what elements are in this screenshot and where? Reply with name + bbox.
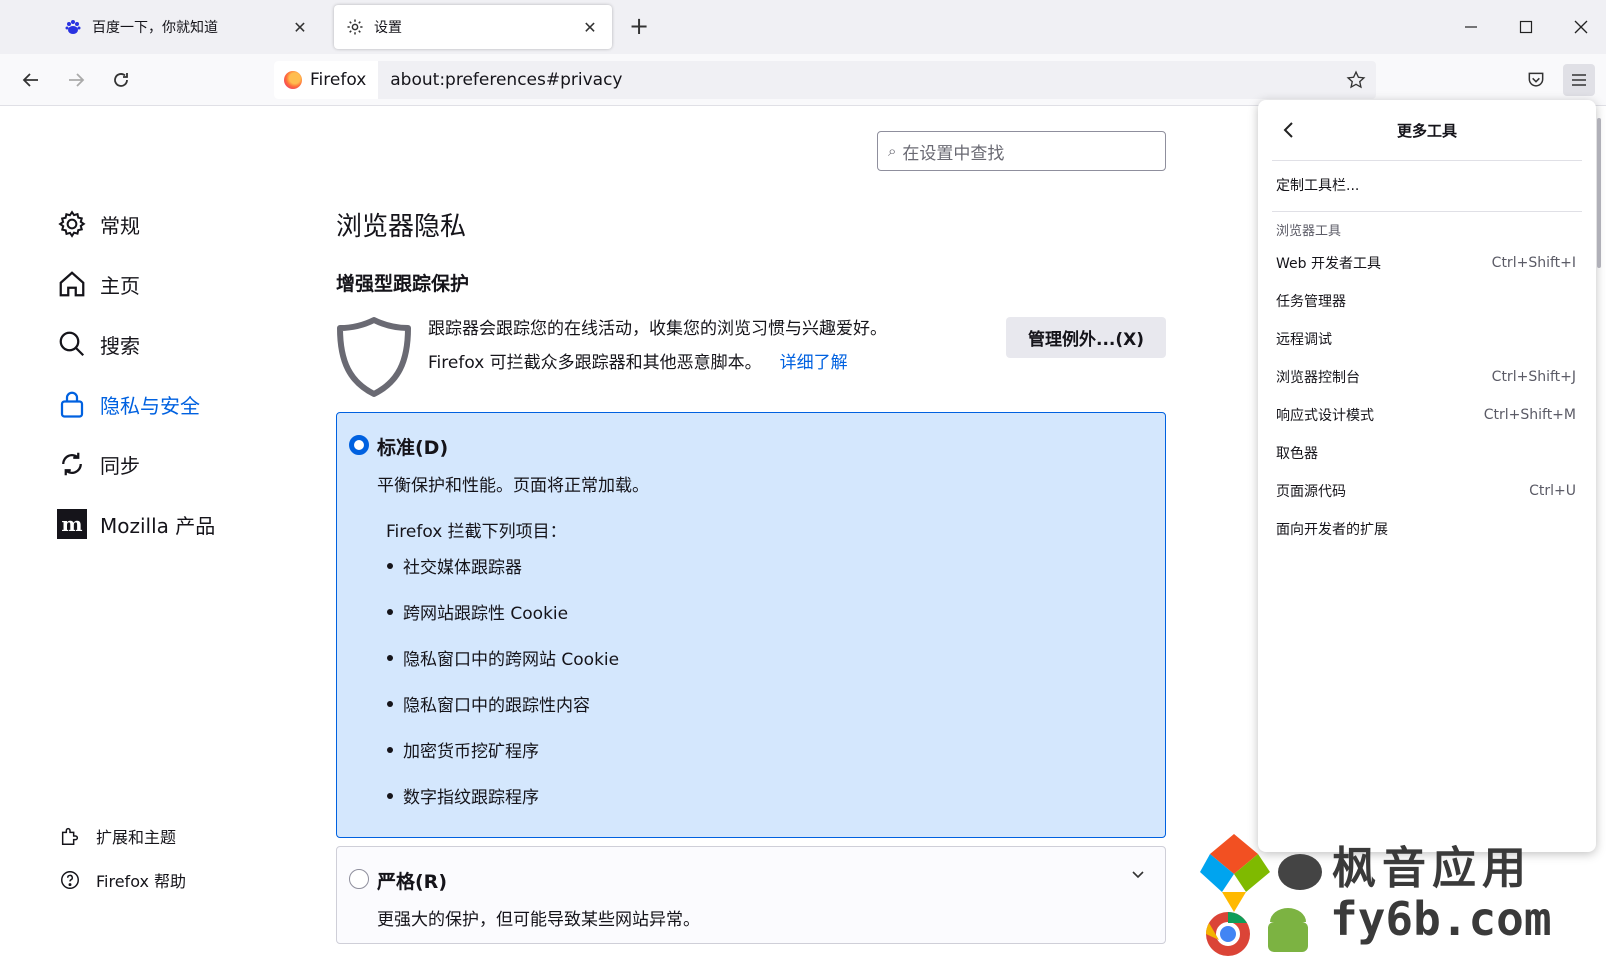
menu-button[interactable] xyxy=(1563,64,1595,96)
sidebar-item-label: 隐私与安全 xyxy=(100,393,200,418)
standard-label: 标准(D) xyxy=(377,437,449,459)
svg-text:m: m xyxy=(61,512,82,536)
list-item: 跨网站跟踪性 Cookie xyxy=(387,599,568,624)
watermark-text-cn: 枫音应用 xyxy=(1332,843,1532,894)
etp-description-line1: 跟踪器会跟踪您的在线活动，收集您的浏览习惯与兴趣爱好。 xyxy=(428,319,887,339)
home-icon xyxy=(56,268,88,300)
watermark: 枫音应用 fy6b.com xyxy=(1200,832,1580,962)
strict-option-card[interactable]: 严格(R) 更强大的保护，但可能导致某些网站异常。 xyxy=(336,846,1166,944)
lock-icon xyxy=(56,388,88,420)
etp-description-line2: Firefox 可拦截众多跟踪器和其他恶意脚本。 详细了解 xyxy=(428,348,848,373)
page-title: 浏览器隐私 xyxy=(336,212,467,242)
tab-title: 设置 xyxy=(374,20,402,36)
bookmark-star-icon[interactable] xyxy=(1344,68,1368,92)
sidebar-item-privacy[interactable]: 隐私与安全 xyxy=(56,386,200,422)
sidebar-item-label: 搜索 xyxy=(100,333,140,358)
sidebar-item-mozilla[interactable]: m Mozilla 产品 xyxy=(56,506,215,542)
sidebar-item-help[interactable]: Firefox 帮助 xyxy=(58,866,186,894)
identity-label: Firefox xyxy=(310,70,367,90)
menu-item-task-manager[interactable]: 任务管理器 xyxy=(1276,287,1576,315)
sidebar-item-label: 常规 xyxy=(100,213,140,238)
standard-radio[interactable] xyxy=(349,435,369,455)
divider xyxy=(1272,160,1582,161)
search-icon xyxy=(56,328,88,360)
help-icon xyxy=(58,868,82,892)
section-title: 增强型跟踪保护 xyxy=(336,273,470,295)
menu-item-developer-extensions[interactable]: 面向开发者的扩展 xyxy=(1276,515,1576,543)
gear-icon xyxy=(56,208,88,240)
manage-exceptions-button[interactable]: 管理例外...(X) xyxy=(1006,317,1166,358)
menu-item-page-source[interactable]: 页面源代码 Ctrl+U xyxy=(1276,477,1576,505)
panel-title: 更多工具 xyxy=(1396,122,1457,140)
menu-item-remote-debugging[interactable]: 远程调试 xyxy=(1276,325,1576,353)
list-item: 隐私窗口中的跨网站 Cookie xyxy=(387,645,619,670)
sidebar-item-sync[interactable]: 同步 xyxy=(56,446,140,482)
search-input[interactable]: ⌕ 在设置中查找 xyxy=(877,131,1166,171)
reload-button[interactable] xyxy=(105,64,137,96)
menu-item-eyedropper[interactable]: 取色器 xyxy=(1276,439,1576,467)
tab-settings[interactable]: 设置 ✕ xyxy=(334,5,612,49)
watermark-text-url: fy6b.com xyxy=(1330,892,1552,946)
divider xyxy=(1272,211,1582,212)
more-tools-panel: 更多工具 定制工具栏... 浏览器工具 Web 开发者工具 Ctrl+Shift+… xyxy=(1258,100,1596,852)
sidebar-item-label: 同步 xyxy=(100,453,140,478)
search-placeholder: 在设置中查找 xyxy=(902,143,1005,164)
baidu-paw-icon xyxy=(64,18,82,36)
menu-item-devtools[interactable]: Web 开发者工具 Ctrl+Shift+I xyxy=(1276,249,1576,277)
list-item: 社交媒体跟踪器 xyxy=(387,553,522,578)
identity-box[interactable]: Firefox xyxy=(274,61,379,99)
sync-icon xyxy=(56,448,88,480)
minimize-button[interactable] xyxy=(1456,12,1486,42)
sidebar-item-addons[interactable]: 扩展和主题 xyxy=(58,822,176,850)
shield-icon xyxy=(336,316,412,402)
standard-description: 平衡保护和性能。页面将正常加载。 xyxy=(377,476,649,496)
list-item: 加密货币挖矿程序 xyxy=(387,737,539,762)
panel-header: 更多工具 xyxy=(1258,100,1596,158)
close-icon[interactable]: ✕ xyxy=(580,17,600,37)
browser-tools-group-label: 浏览器工具 xyxy=(1276,224,1342,239)
learn-more-link[interactable]: 详细了解 xyxy=(780,353,848,373)
url-bar[interactable]: Firefox about:preferences#privacy xyxy=(274,61,1376,99)
close-icon[interactable]: ✕ xyxy=(290,17,310,37)
mozilla-icon: m xyxy=(56,508,88,540)
standard-option-card[interactable]: 标准(D) 平衡保护和性能。页面将正常加载。 Firefox 拦截下列项目： 社… xyxy=(336,412,1166,838)
sidebar-item-search[interactable]: 搜索 xyxy=(56,326,140,362)
list-item: 数字指纹跟踪程序 xyxy=(387,783,539,808)
url-text[interactable]: about:preferences#privacy xyxy=(378,70,622,90)
sidebar-foot-label: 扩展和主题 xyxy=(96,828,177,847)
sidebar-foot-label: Firefox 帮助 xyxy=(96,872,187,891)
sidebar-item-label: 主页 xyxy=(100,273,140,298)
panel-scrollbar[interactable] xyxy=(1597,118,1601,268)
strict-description: 更强大的保护，但可能导致某些网站异常。 xyxy=(377,910,700,930)
chevron-down-icon[interactable] xyxy=(1131,865,1145,884)
tab-baidu[interactable]: 百度一下，你就知道 ✕ xyxy=(52,5,322,49)
strict-label: 严格(R) xyxy=(377,871,447,893)
etp-description-text: Firefox 可拦截众多跟踪器和其他恶意脚本。 xyxy=(428,353,762,373)
gear-icon xyxy=(346,18,364,36)
menu-item-responsive-design[interactable]: 响应式设计模式 Ctrl+Shift+M xyxy=(1276,401,1576,429)
close-window-button[interactable] xyxy=(1566,12,1596,42)
back-button[interactable] xyxy=(15,64,47,96)
list-item: 隐私窗口中的跟踪性内容 xyxy=(387,691,590,716)
tab-title: 百度一下，你就知道 xyxy=(92,20,218,36)
search-icon: ⌕ xyxy=(888,142,897,160)
pocket-icon[interactable] xyxy=(1520,64,1552,96)
sidebar-item-home[interactable]: 主页 xyxy=(56,266,140,302)
forward-button[interactable] xyxy=(60,64,92,96)
new-tab-button[interactable]: + xyxy=(626,14,652,40)
maximize-button[interactable] xyxy=(1511,12,1541,42)
sidebar-item-label: Mozilla 产品 xyxy=(100,513,216,538)
navigation-toolbar: Firefox about:preferences#privacy xyxy=(0,54,1606,106)
firefox-logo-icon xyxy=(284,71,302,89)
sidebar-item-general[interactable]: 常规 xyxy=(56,206,140,242)
menu-item-browser-console[interactable]: 浏览器控制台 Ctrl+Shift+J xyxy=(1276,363,1576,391)
tab-strip: 百度一下，你就知道 ✕ 设置 ✕ + xyxy=(0,0,1606,54)
blocked-items-title: Firefox 拦截下列项目： xyxy=(386,522,567,542)
puzzle-icon xyxy=(58,824,82,848)
customize-toolbar-item[interactable]: 定制工具栏... xyxy=(1276,171,1576,199)
watermark-logo-icon xyxy=(1200,834,1322,956)
strict-radio[interactable] xyxy=(349,869,369,889)
